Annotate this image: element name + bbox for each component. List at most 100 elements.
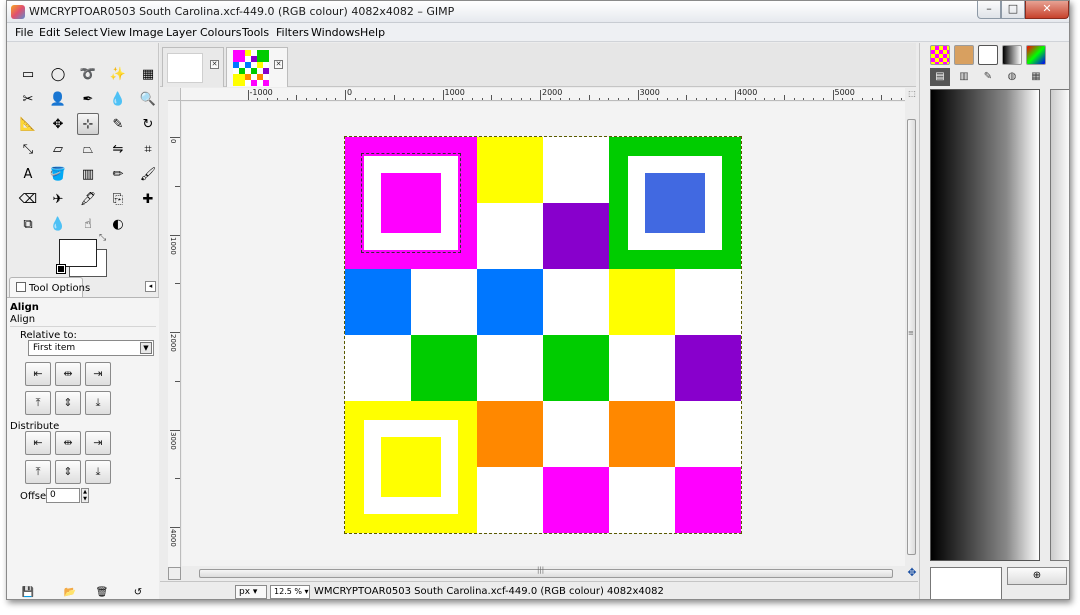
save-options-icon[interactable]: 💾	[21, 587, 35, 599]
align-bottom-edge-button[interactable]: ⤓	[85, 391, 111, 415]
paths-tab-icon[interactable]	[978, 45, 998, 65]
distribute-left-edges-button[interactable]: ⇤	[25, 431, 51, 455]
menu-view[interactable]: View	[100, 26, 126, 39]
menu-select[interactable]: Select	[64, 26, 98, 39]
airbrush-tool-icon[interactable]: ✈	[47, 188, 69, 210]
palette-tab-icon[interactable]: ▦	[1026, 68, 1046, 86]
flip-tool-icon[interactable]: ⇋	[107, 138, 129, 160]
foreground-color-swatch[interactable]	[59, 239, 97, 267]
menu-image[interactable]: Image	[129, 26, 163, 39]
colors-tab-icon[interactable]: ◍	[1002, 68, 1022, 86]
distribute-right-edges-button[interactable]: ⇥	[85, 431, 111, 455]
align-right-edge-button[interactable]: ⇥	[85, 362, 111, 386]
vertical-ruler[interactable]: 0 1000 2000 3000 4000	[168, 101, 181, 567]
align-center-horizontal-button[interactable]: ⇹	[55, 362, 81, 386]
menu-edit[interactable]: Edit	[39, 26, 60, 39]
pencil-tool-icon[interactable]: ✏	[107, 163, 129, 185]
menu-colours[interactable]: Colours	[200, 26, 241, 39]
tab-menu-icon[interactable]: ◂	[145, 281, 156, 292]
maximize-button[interactable]: □	[1001, 1, 1025, 19]
relative-to-select[interactable]: First item ▼	[28, 340, 154, 356]
close-icon[interactable]: ✕	[274, 60, 283, 69]
blur-tool-icon[interactable]: 💧	[47, 213, 69, 235]
scale-tool-icon[interactable]: ⤡	[17, 138, 39, 160]
ink-tool-icon[interactable]: 🖋	[77, 188, 99, 210]
menu-filters[interactable]: Filters	[276, 26, 309, 39]
vertical-scrollbar[interactable]: ≡	[905, 101, 918, 567]
reset-options-icon[interactable]: ↺	[131, 587, 145, 599]
measure-tool-icon[interactable]: 📐	[17, 113, 39, 135]
menu-file[interactable]: File	[15, 26, 33, 39]
image-tab-blank[interactable]: ✕	[162, 47, 224, 87]
text-tool-icon[interactable]: A	[17, 163, 39, 185]
dock-preview-swatch[interactable]	[930, 567, 1002, 599]
chevron-down-icon[interactable]: ▼	[140, 342, 152, 354]
foreground-select-tool-icon[interactable]: 👤	[47, 88, 69, 110]
horizontal-scroll-thumb[interactable]	[199, 569, 893, 578]
quick-mask-toggle[interactable]	[168, 567, 181, 580]
minimize-button[interactable]: –	[977, 1, 1001, 19]
canvas-area[interactable]	[182, 102, 905, 566]
menu-windows[interactable]: Windows	[311, 26, 360, 39]
shear-tool-icon[interactable]: ▱	[47, 138, 69, 160]
reset-colors-icon[interactable]	[56, 264, 66, 274]
zoom-tool-icon[interactable]: 🔍	[137, 88, 159, 110]
paths-tool-icon[interactable]: ✒	[77, 88, 99, 110]
horizontal-ruler[interactable]: -1000 0 1000 2000 3000 4000 5000	[181, 88, 905, 101]
eraser-tool-icon[interactable]: ⌫	[17, 188, 39, 210]
menu-layer[interactable]: Layer	[166, 26, 197, 39]
image-tab-active[interactable]: ✕	[226, 47, 288, 87]
distribute-centers-vertical-button[interactable]: ⇕	[55, 460, 81, 484]
unit-select[interactable]: px ▾	[235, 585, 267, 599]
distribute-bottom-edges-button[interactable]: ⤓	[85, 460, 111, 484]
menu-help[interactable]: Help	[360, 26, 385, 39]
cage-transform-tool-icon[interactable]: ⌗	[137, 138, 159, 160]
ellipse-select-tool-icon[interactable]: ◯	[47, 63, 69, 85]
scissors-select-tool-icon[interactable]: ✂	[17, 88, 39, 110]
align-left-edge-button[interactable]: ⇤	[25, 362, 51, 386]
horizontal-scrollbar[interactable]: |||	[181, 566, 905, 580]
align-top-edge-button[interactable]: ⤒	[25, 391, 51, 415]
select-by-color-tool-icon[interactable]: ▦	[137, 63, 159, 85]
move-tool-icon[interactable]: ✥	[47, 113, 69, 135]
ruler-corner[interactable]	[168, 88, 181, 101]
delete-options-icon[interactable]: 🗑	[95, 587, 109, 599]
fuzzy-select-tool-icon[interactable]: ✨	[107, 63, 129, 85]
restore-options-icon[interactable]: 📂	[63, 587, 77, 599]
close-icon[interactable]: ✕	[210, 60, 219, 69]
blend-tool-icon[interactable]: ▥	[77, 163, 99, 185]
close-button[interactable]: ✕	[1025, 1, 1069, 19]
perspective-clone-tool-icon[interactable]: ⧉	[17, 213, 39, 235]
offset-input[interactable]: 0	[46, 488, 80, 503]
title-bar[interactable]: WMCRYPTOAR0503 South Carolina.xcf-449.0 …	[7, 1, 1069, 23]
rotate-tool-icon[interactable]: ↻	[137, 113, 159, 135]
swap-colors-icon[interactable]: ⤡	[99, 233, 106, 243]
align-middle-vertical-button[interactable]: ⇕	[55, 391, 81, 415]
dock-action-button[interactable]: ⊕	[1007, 567, 1067, 585]
heal-tool-icon[interactable]: ✚	[137, 188, 159, 210]
brushes-tab-icon[interactable]	[954, 45, 974, 65]
free-select-tool-icon[interactable]: ➰	[77, 63, 99, 85]
navigate-icon[interactable]: ✥	[905, 567, 919, 580]
palettes-tab-icon[interactable]	[1026, 45, 1046, 65]
perspective-tool-icon[interactable]: ⏢	[77, 138, 99, 160]
zoom-select[interactable]: 12.5 % ▾	[270, 585, 310, 599]
crop-tool-icon[interactable]: ✎	[107, 113, 129, 135]
gradients-tab-icon[interactable]	[1002, 45, 1022, 65]
distribute-top-edges-button[interactable]: ⤒	[25, 460, 51, 484]
channels-tab-icon[interactable]: ▥	[954, 68, 974, 86]
zoom-fit-icon[interactable]: ⬚	[906, 88, 918, 101]
fg-bg-color-selector[interactable]: ⤡	[56, 233, 107, 277]
menu-tools[interactable]: Tools	[242, 26, 269, 39]
vertical-scroll-thumb[interactable]	[907, 119, 916, 555]
paintbrush-tool-icon[interactable]: 🖌	[137, 163, 159, 185]
bucket-fill-tool-icon[interactable]: 🪣	[47, 163, 69, 185]
smudge-tool-icon[interactable]: ☝	[77, 213, 99, 235]
patterns-tab-icon[interactable]	[930, 45, 950, 65]
layers-tab-icon[interactable]: ▤	[930, 68, 950, 86]
align-tool-icon[interactable]: ⊹	[77, 113, 99, 135]
image-canvas[interactable]	[344, 136, 742, 534]
rect-select-tool-icon[interactable]: ▭	[17, 63, 39, 85]
distribute-centers-horizontal-button[interactable]: ⇹	[55, 431, 81, 455]
gradient-preview[interactable]	[930, 89, 1040, 561]
